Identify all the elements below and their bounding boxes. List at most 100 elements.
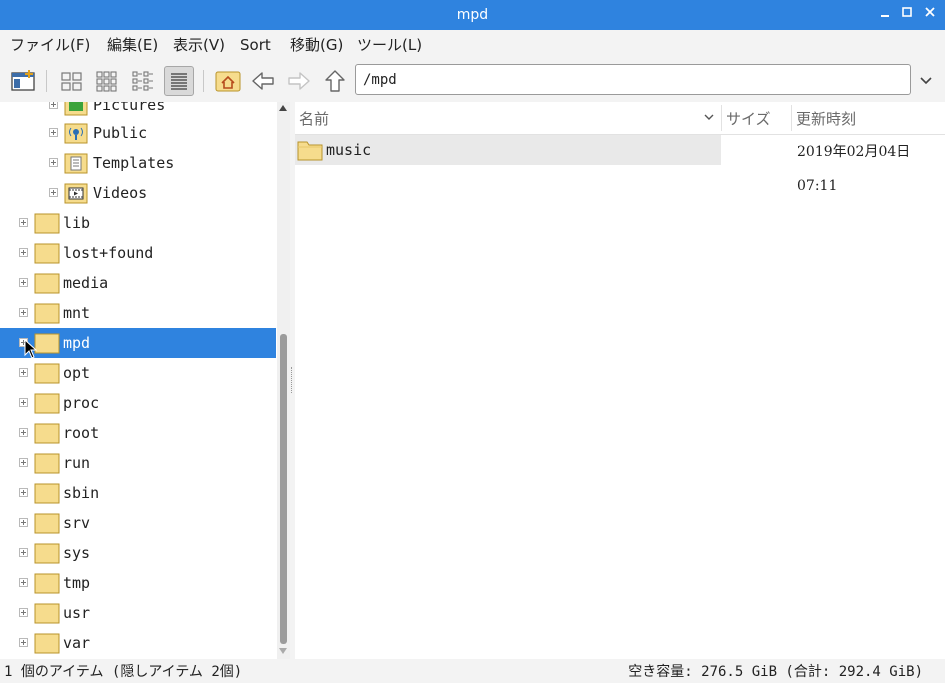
folder-icon <box>34 423 60 444</box>
folder-icon <box>34 603 60 624</box>
column-header-size[interactable]: サイズ <box>726 102 771 134</box>
minimize-icon <box>881 15 889 17</box>
menu-go[interactable]: 移動(G) <box>290 30 343 61</box>
detailed-list-view-button[interactable] <box>164 66 194 96</box>
icon-view-button[interactable] <box>57 66 87 96</box>
up-arrow-icon <box>325 70 345 92</box>
tree-item-srv[interactable]: srv <box>0 508 276 538</box>
forward-button[interactable] <box>284 66 314 96</box>
folder-icon <box>34 393 60 414</box>
tree-item-lib[interactable]: lib <box>0 208 276 238</box>
pictures-folder-icon <box>64 102 88 116</box>
tree-item-proc[interactable]: proc <box>0 388 276 418</box>
tree-item-run[interactable]: run <box>0 448 276 478</box>
expander[interactable] <box>19 488 28 497</box>
file-modified: 2019年02月04日 07:11 <box>797 144 911 194</box>
folder-icon <box>34 213 60 234</box>
videos-folder-icon <box>64 183 88 204</box>
home-button[interactable] <box>213 66 243 96</box>
tree-item-label: tmp <box>63 574 91 592</box>
tree-item-label: srv <box>63 514 91 532</box>
templates-folder-icon <box>64 153 88 174</box>
minimize-button[interactable] <box>875 5 895 25</box>
path-bar[interactable] <box>355 64 911 95</box>
expander[interactable] <box>19 548 28 557</box>
expander[interactable] <box>19 248 28 257</box>
expander[interactable] <box>49 188 58 197</box>
expander[interactable] <box>19 578 28 587</box>
back-button[interactable] <box>248 66 278 96</box>
file-row[interactable]: music 2019年02月04日 07:11 <box>295 135 945 194</box>
folder-icon <box>34 453 60 474</box>
expander[interactable] <box>19 308 28 317</box>
tree-item-opt[interactable]: opt <box>0 358 276 388</box>
tree-item-videos[interactable]: Videos <box>0 178 276 208</box>
menu-tools[interactable]: ツール(L) <box>357 30 422 61</box>
scroll-up-arrow-icon[interactable] <box>279 105 287 111</box>
title-bar: mpd <box>0 0 945 30</box>
menu-edit[interactable]: 編集(E) <box>107 30 158 61</box>
tree-item-sbin[interactable]: sbin <box>0 478 276 508</box>
path-input[interactable] <box>356 65 883 94</box>
mouse-cursor-icon <box>24 339 38 359</box>
folder-icon <box>297 141 323 161</box>
status-bar: 1 個のアイテム (隠しアイテム 2個) 空き容量: 276.5 GiB (合計… <box>0 659 945 683</box>
tree-item-label: mnt <box>63 304 91 322</box>
menu-view[interactable]: 表示(V) <box>173 30 225 61</box>
window-title: mpd <box>456 7 489 23</box>
tree-scrollbar[interactable] <box>277 102 290 659</box>
tree-item-label: opt <box>63 364 91 382</box>
expander[interactable] <box>19 428 28 437</box>
directory-tree[interactable]: Pictures Public Templates Videos lib lost… <box>0 102 290 659</box>
tree-item-templates[interactable]: Templates <box>0 148 276 178</box>
expander[interactable] <box>19 518 28 527</box>
tree-item-lost-found[interactable]: lost+found <box>0 238 276 268</box>
expander[interactable] <box>49 128 58 137</box>
expander[interactable] <box>19 608 28 617</box>
tree-item-usr[interactable]: usr <box>0 598 276 628</box>
close-button[interactable] <box>920 5 940 25</box>
compact-view-button[interactable] <box>128 66 158 96</box>
tree-item-media[interactable]: media <box>0 268 276 298</box>
maximize-icon <box>902 7 912 17</box>
tree-item-label: run <box>63 454 91 472</box>
tree-item-sys[interactable]: sys <box>0 538 276 568</box>
maximize-button[interactable] <box>897 5 917 25</box>
up-button[interactable] <box>320 66 350 96</box>
status-free-space: 空き容量: 276.5 GiB (合計: 292.4 GiB) <box>628 664 923 680</box>
menu-file[interactable]: ファイル(F) <box>10 30 90 61</box>
thumbnail-view-button[interactable] <box>92 66 122 96</box>
path-history-dropdown[interactable] <box>915 70 937 92</box>
tree-item-label: Templates <box>93 154 175 172</box>
expander[interactable] <box>19 278 28 287</box>
tree-item-var[interactable]: var <box>0 628 276 658</box>
menu-sort[interactable]: Sort <box>240 30 271 61</box>
column-header-name[interactable]: 名前 <box>299 102 329 134</box>
expander[interactable] <box>49 102 58 109</box>
expander[interactable] <box>19 638 28 647</box>
tree-item-root[interactable]: root <box>0 418 276 448</box>
scrollbar-thumb[interactable] <box>280 334 287 644</box>
new-window-icon <box>11 70 35 91</box>
new-window-button[interactable] <box>9 66 39 96</box>
tree-item-mnt[interactable]: mnt <box>0 298 276 328</box>
file-list[interactable]: 名前 サイズ 更新時刻 music 2019年02月04日 07:11 <box>295 102 945 659</box>
expander[interactable] <box>49 158 58 167</box>
folder-icon <box>34 303 60 324</box>
splitter-grip[interactable] <box>291 367 294 393</box>
expander[interactable] <box>19 458 28 467</box>
chevron-down-icon <box>920 77 932 85</box>
detailed-list-view-icon <box>171 73 187 90</box>
expander[interactable] <box>19 218 28 227</box>
scroll-down-arrow-icon[interactable] <box>279 648 287 654</box>
tree-item-public[interactable]: Public <box>0 118 276 148</box>
tree-item-mpd[interactable]: mpd <box>0 328 276 358</box>
tree-item-tmp[interactable]: tmp <box>0 568 276 598</box>
toolbar <box>0 60 945 102</box>
tree-item-label: sys <box>63 544 91 562</box>
expander[interactable] <box>19 368 28 377</box>
folder-icon <box>34 483 60 504</box>
expander[interactable] <box>19 398 28 407</box>
column-header-modified[interactable]: 更新時刻 <box>796 102 856 134</box>
folder-icon <box>34 513 60 534</box>
